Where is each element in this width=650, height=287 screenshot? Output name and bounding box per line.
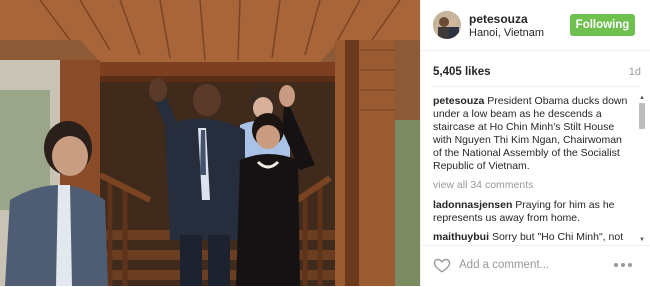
location-link[interactable]: Hanoi, Vietnam (469, 27, 544, 39)
comments-section: petesouza President Obama ducks down und… (433, 95, 633, 243)
comment-username[interactable]: ladonnasjensen (433, 199, 512, 211)
comment-item: ladonnasjensen Praying for him as he rep… (433, 199, 633, 225)
heart-outline-icon[interactable] (433, 256, 451, 274)
photo-illustration (0, 0, 420, 286)
following-button[interactable]: Following (570, 14, 635, 36)
post-header: petesouza Hanoi, Vietnam Following (421, 0, 650, 51)
post-time[interactable]: 1d (629, 66, 641, 78)
instagram-post: petesouza Hanoi, Vietnam Following 5,405… (0, 0, 650, 286)
post-photo[interactable] (0, 0, 420, 286)
comment-username[interactable]: maithuybui (433, 231, 489, 243)
post-sidebar: petesouza Hanoi, Vietnam Following 5,405… (420, 0, 650, 286)
post-footer (421, 245, 650, 287)
likes-row: 5,405 likes 1d (433, 66, 641, 82)
arrow-down-icon[interactable]: ▼ (639, 237, 645, 243)
username-link[interactable]: petesouza (469, 12, 528, 26)
comment-item: maithuybui Sorry but "Ho Chi Minh", not … (433, 231, 633, 243)
avatar-image (433, 11, 461, 39)
view-all-comments-link[interactable]: view all 34 comments (433, 179, 633, 192)
caption: petesouza President Obama ducks down und… (433, 95, 633, 173)
add-comment-input[interactable] (459, 255, 609, 275)
comments-scrollbar[interactable]: ▲ ▼ (639, 95, 645, 243)
arrow-up-icon[interactable]: ▲ (639, 95, 645, 101)
caption-username[interactable]: petesouza (433, 95, 484, 107)
divider (433, 86, 641, 87)
likes-count[interactable]: 5,405 likes (433, 66, 491, 78)
more-options-icon[interactable] (611, 257, 635, 273)
avatar[interactable] (433, 11, 461, 39)
scrollbar-thumb[interactable] (639, 103, 645, 129)
